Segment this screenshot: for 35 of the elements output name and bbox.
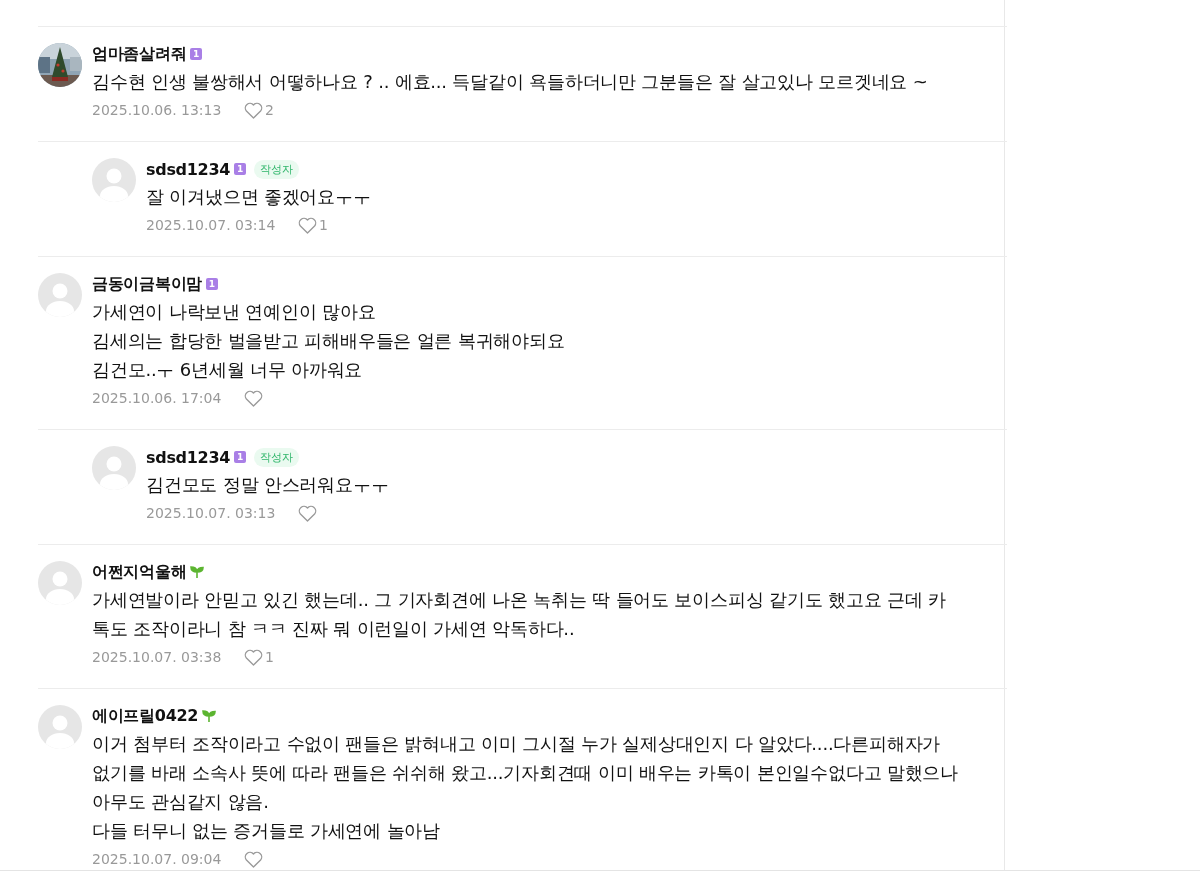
comment-text: 가세연이 나락보낸 연예인이 많아요 김세의는 합당한 벌을받고 피해배우들은 얼른 복귀해야되요 김건모..ㅜ 6년세월 너무 아까워요 [92, 300, 565, 382]
comment-text: 가세연발이라 안믿고 있긴 했는데.. 그 기자회견에 나온 녹취는 딱 들어도 보이스피싱 같기도 했고요 근데 카 톡도 조작이라니 참 ㅋㅋ 진짜 뭐 이런일이 가세연 악독하다.. [92, 588, 946, 641]
comment-date: 2025.10.07. 03:13 [146, 505, 277, 521]
writer-tag: 작성자 [254, 447, 300, 467]
sprout-icon [202, 709, 217, 723]
comment-text: 김수현 인생 불쌍해서 어떻하나요 ? .. 에효... 득달같이 욕들하더니만 그분들은 잘 살고있나 모르겟네요 ~ [92, 70, 928, 94]
level-badge: 1 [190, 48, 203, 60]
like-count: 1 [265, 649, 274, 665]
level-badge: 1 [234, 451, 247, 463]
heart-icon[interactable] [298, 216, 317, 234]
author-name[interactable]: 에이프릴0422 [92, 705, 199, 727]
like-count: 2 [265, 102, 274, 118]
comment-date: 2025.10.06. 17:04 [92, 390, 223, 406]
heart-icon[interactable] [244, 850, 263, 868]
comment-text: 이거 첨부터 조작이라고 수없이 팬들은 밝혀내고 이미 그시절 누가 실제상대인지 다 알았다....다른피해자가 없기를 바래 소속사 뜻에 따라 팬들은 쉬쉬해 왔고...기자회견때 이미 배우는 카톡이 본인일수없다고 말했으나 아무도 관심같지 않음. 다들 터무니 없는 증거들로 가세연에 놀아남 [92, 732, 959, 843]
author-name[interactable]: sdsd1234 [146, 447, 231, 467]
comment-text: 잘 이겨냈으면 좋겠어요ㅜㅜ [146, 185, 371, 209]
heart-icon[interactable] [298, 504, 317, 522]
author-name[interactable]: 엄마좀살려줘 [92, 43, 187, 65]
level-badge: 1 [205, 278, 218, 290]
author-name[interactable]: 어쩐지억울해 [92, 561, 187, 583]
author-name[interactable]: 금동이금복이맘 [92, 273, 202, 295]
heart-icon[interactable] [244, 101, 263, 119]
comment-date: 2025.10.07. 03:14 [146, 217, 277, 233]
author-name[interactable]: sdsd1234 [146, 159, 231, 179]
sprout-icon [190, 565, 205, 579]
comment-date: 2025.10.07. 03:38 [92, 649, 223, 665]
heart-icon[interactable] [244, 389, 263, 407]
level-badge: 1 [234, 163, 247, 175]
heart-icon[interactable] [244, 648, 263, 666]
writer-tag: 작성자 [254, 159, 300, 179]
comment-date: 2025.10.07. 09:04 [92, 851, 223, 867]
comment-text: 김건모도 정말 안스러워요ㅜㅜ [146, 473, 389, 497]
comment-date: 2025.10.06. 13:13 [92, 102, 223, 118]
like-count: 1 [319, 217, 328, 233]
